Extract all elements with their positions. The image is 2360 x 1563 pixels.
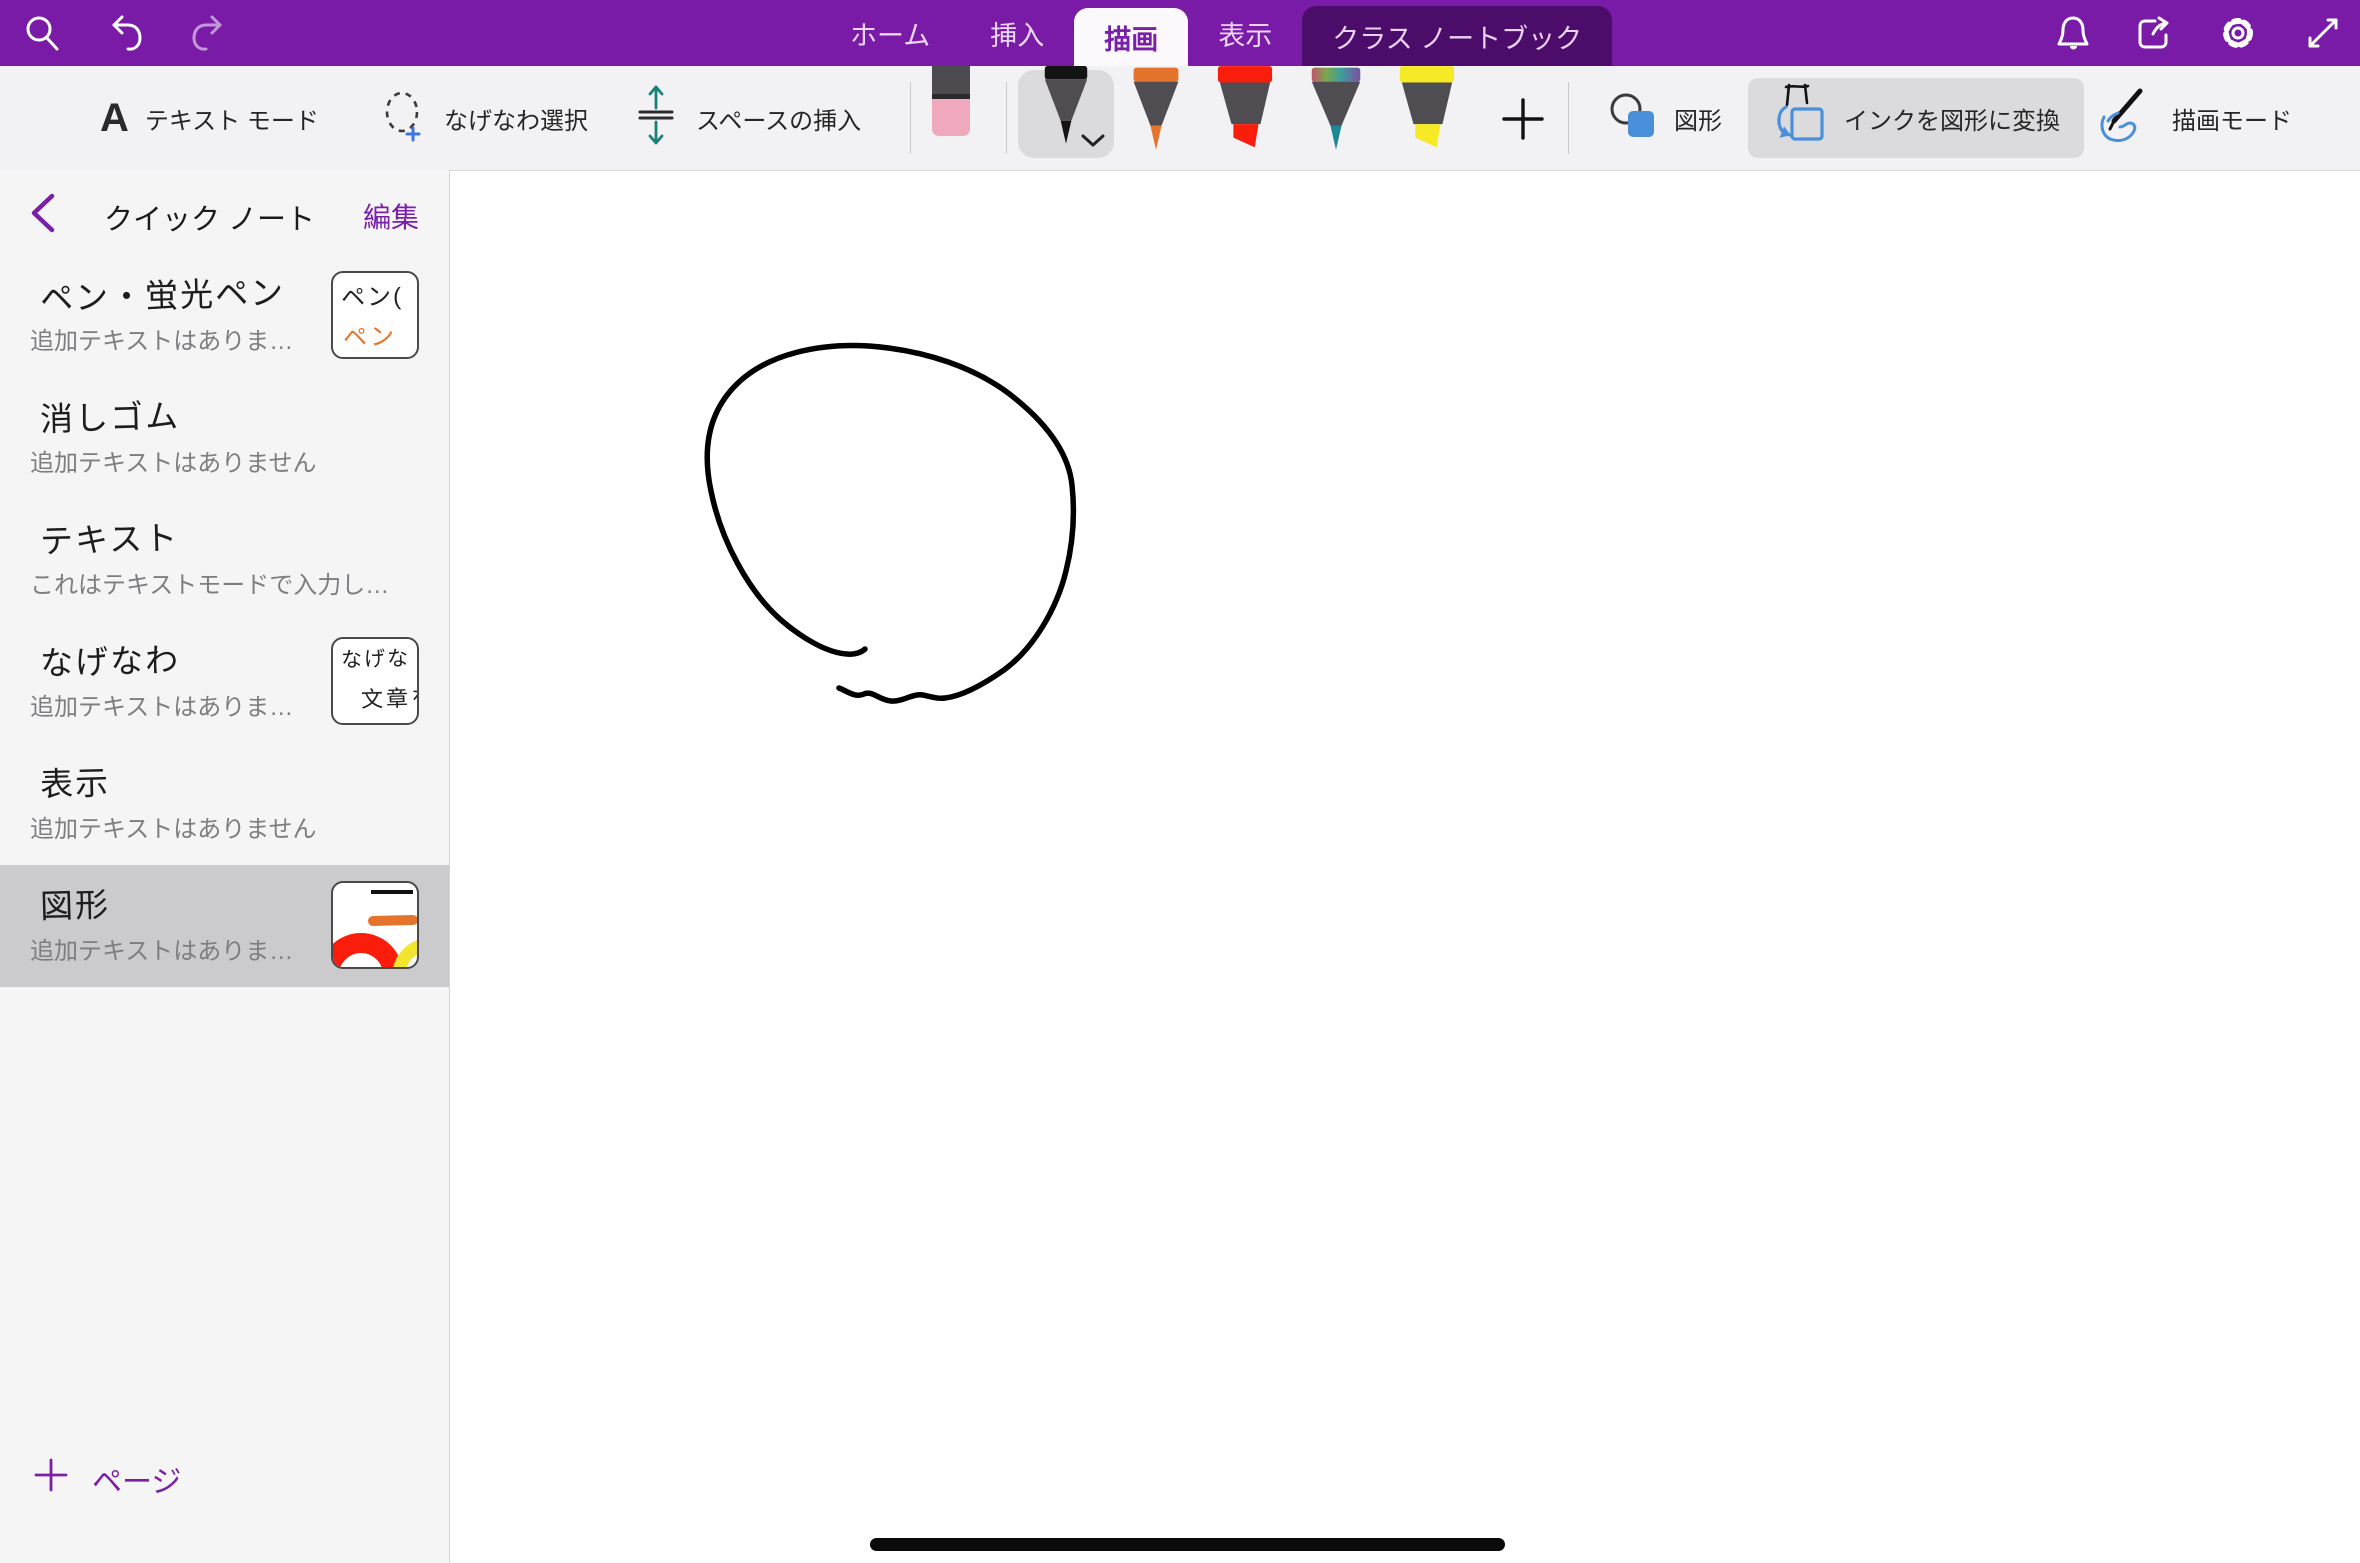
ribbon-tabs: ホーム 挿入 描画 表示 クラス ノートブック	[820, 0, 1612, 66]
tab-insert[interactable]: 挿入	[960, 0, 1074, 66]
chevron-down-icon[interactable]	[1080, 133, 1106, 154]
page-item-eraser[interactable]: 消しゴム 追加テキストはありません	[0, 377, 449, 499]
ink-to-shape-button[interactable]: インクを図形に変換	[1748, 78, 2084, 158]
red-marker-tool[interactable]	[1216, 66, 1274, 158]
ribbon-divider	[910, 82, 911, 154]
ink-stroke-circle	[451, 171, 2360, 1563]
page-subtitle: 追加テキストはありません	[30, 809, 317, 844]
page-title: テキスト	[39, 511, 179, 563]
add-page-button[interactable]: ページ	[34, 1457, 181, 1501]
text-mode-button[interactable]: A テキスト モード	[100, 66, 319, 170]
share-icon[interactable]	[2133, 13, 2173, 53]
page-list-sidebar: クイック ノート 編集 ペン・蛍光ペン 追加テキストはありま… ペン( ペン 消…	[0, 170, 450, 1563]
fullscreen-icon[interactable]	[2303, 13, 2343, 53]
add-page-label: ページ	[92, 1457, 181, 1501]
tab-draw[interactable]: 描画	[1074, 8, 1188, 66]
page-title: 図形	[39, 878, 110, 928]
home-indicator[interactable]	[870, 1538, 1505, 1551]
shapes-label: 図形	[1674, 101, 1722, 136]
page-title: 表示	[39, 756, 110, 806]
ribbon-divider	[1006, 82, 1007, 154]
undo-icon[interactable]	[106, 13, 146, 53]
ink-to-shape-icon	[1772, 83, 1830, 154]
page-thumbnail: ペン( ペン	[331, 271, 419, 359]
page-subtitle: 追加テキストはありま…	[30, 321, 293, 356]
tab-view[interactable]: 表示	[1188, 0, 1302, 66]
shapes-button[interactable]: 図形	[1606, 66, 1722, 170]
settings-icon[interactable]	[2218, 13, 2258, 53]
section-title: クイック ノート	[104, 196, 315, 238]
page-subtitle: 追加テキストはありません	[30, 443, 317, 478]
draw-mode-icon	[2096, 87, 2156, 150]
page-thumbnail	[331, 881, 419, 969]
draw-mode-button[interactable]: 描画モード	[2096, 66, 2292, 170]
page-title: ペン・蛍光ペン	[39, 266, 285, 320]
rainbow-pen-tool[interactable]	[1308, 66, 1364, 158]
eraser-tool[interactable]	[930, 66, 972, 138]
ink-to-shape-label: インクを図形に変換	[1844, 101, 2060, 136]
page-thumbnail: なげな 文章を	[331, 637, 419, 725]
drawing-canvas[interactable]	[451, 171, 2360, 1563]
page-item-view[interactable]: 表示 追加テキストはありません	[0, 743, 449, 865]
page-title: 消しゴム	[39, 389, 180, 441]
insert-space-label: スペースの挿入	[696, 101, 861, 136]
draw-mode-label: 描画モード	[2172, 101, 2292, 136]
black-pen-tool-selected[interactable]	[1018, 70, 1114, 158]
edit-button[interactable]: 編集	[363, 196, 419, 236]
page-item-lasso[interactable]: なげなわ 追加テキストはありま… なげな 文章を	[0, 621, 449, 743]
insert-space-icon	[632, 84, 680, 153]
tab-class-notebook[interactable]: クラス ノートブック	[1302, 6, 1612, 66]
lasso-select-button[interactable]: なげなわ選択	[380, 66, 588, 170]
back-chevron-icon[interactable]	[26, 192, 62, 232]
page-subtitle: これはテキストモードで入力し…	[30, 565, 389, 600]
shapes-icon	[1606, 89, 1658, 148]
lasso-label: なげなわ選択	[444, 101, 588, 136]
top-app-bar: ホーム 挿入 描画 表示 クラス ノートブック	[0, 0, 2360, 66]
yellow-highlighter-tool[interactable]	[1398, 66, 1456, 158]
onenote-app-window: ホーム 挿入 描画 表示 クラス ノートブック	[0, 0, 2360, 1563]
search-icon[interactable]	[22, 13, 62, 53]
page-item-text[interactable]: テキスト これはテキストモードで入力し…	[0, 499, 449, 621]
text-mode-label: テキスト モード	[145, 101, 319, 136]
page-title: なげなわ	[39, 633, 180, 685]
sidebar-header: クイック ノート 編集	[0, 170, 449, 255]
page-subtitle: 追加テキストはありま…	[30, 931, 293, 966]
redo-icon[interactable]	[188, 13, 228, 53]
page-item-shapes-selected[interactable]: 図形 追加テキストはありま…	[0, 865, 449, 987]
lasso-icon	[380, 88, 428, 149]
orange-pen-tool[interactable]	[1128, 66, 1184, 158]
page-subtitle: 追加テキストはありま…	[30, 687, 293, 722]
plus-icon	[34, 1458, 68, 1500]
draw-ribbon: A テキスト モード なげなわ選択 スペースの挿入	[0, 66, 2360, 171]
notifications-icon[interactable]	[2053, 13, 2093, 53]
tab-home[interactable]: ホーム	[820, 0, 960, 66]
page-item-pen-highlighter[interactable]: ペン・蛍光ペン 追加テキストはありま… ペン( ペン	[0, 255, 449, 377]
ribbon-divider	[1568, 82, 1569, 154]
text-mode-icon: A	[100, 98, 129, 138]
insert-space-button[interactable]: スペースの挿入	[632, 66, 861, 170]
add-pen-button[interactable]	[1500, 96, 1546, 142]
